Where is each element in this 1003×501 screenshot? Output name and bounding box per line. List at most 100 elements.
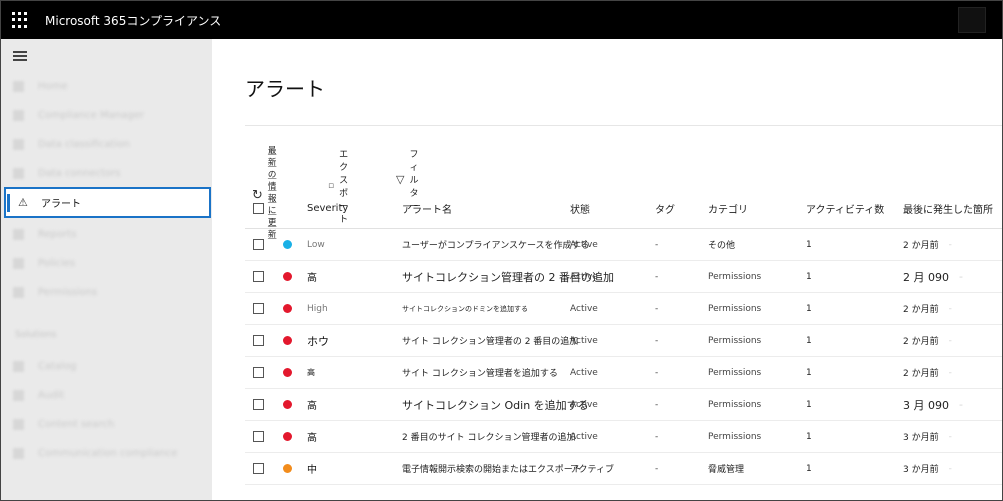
severity-dot [283,240,292,249]
last-occurrence-cell: 2 か月前 - [903,293,952,324]
tag-cell: - [655,431,659,442]
status-cell: アクティブ [570,465,615,475]
tag-cell: - [655,399,659,410]
sidebar-item-label: Compliance Manager [38,109,144,121]
active-indicator [7,194,10,212]
sidebar-item-communication-compliance[interactable]: Communication compliance [13,446,177,460]
row-checkbox[interactable] [253,399,264,410]
last-occurrence-cell: 3 月 090- [903,389,963,420]
sidebar-item-policies[interactable]: Policies [13,256,75,270]
last-occurrence-value: 2 月 090 [903,270,949,284]
last-occurrence-value: 2 か月前 [903,369,939,379]
table-row[interactable]: High サイトコレクションのドミンを追加する Active - Permiss… [245,293,1002,325]
row-checkbox[interactable] [253,271,264,282]
sidebar-item-label: Communication compliance [38,447,178,459]
alert-name-cell[interactable]: 2 番目のサイト コレクション管理者の追加 [402,421,575,452]
sidebar-item-reports[interactable]: Reports [13,227,76,241]
row-checkbox[interactable] [253,303,264,314]
policies-icon [13,257,24,269]
tag-cell: - [655,335,659,346]
table-row[interactable]: ホウ サイト コレクション管理者の 2 番目の追加 Active - Permi… [245,325,1002,357]
hamburger-menu-icon[interactable] [13,51,27,61]
row-checkbox[interactable] [253,463,264,474]
table-row[interactable]: 中 電子情報開示検索の開始またはエクスポート アクティブ - 脅威管理 1 3 … [245,453,1002,485]
sidebar-item-alerts[interactable]: ⚠ アラート [4,187,211,218]
status-cell: Active [570,335,598,346]
sidebar-item-label: Catalog [38,360,77,372]
tag-cell: - [655,303,659,314]
permissions-icon [13,286,24,298]
sidebar-item-data-classification[interactable]: Data classification [13,137,130,151]
row-checkbox[interactable] [253,335,264,346]
alert-name-cell[interactable]: サイト コレクション管理者の 2 番目の追加 [402,325,578,356]
column-header-category[interactable]: カテゴリ [708,189,748,228]
status-cell: Active [570,399,598,410]
activity-count-cell: 1 [806,431,812,442]
sidebar-section-solutions: Solutions [15,330,57,340]
last-occurrence-cell: 3 か月前 - [903,453,952,484]
app-title[interactable]: Microsoft 365コンプライアンス [45,12,221,29]
severity-dot [283,304,292,313]
main-content: アラート ↻ 最新の情報に更新 ▫ エクスポート ▽ フィルター Severit… [212,39,1002,500]
last-occurrence-cell: 2 か月前 - [903,229,952,260]
activity-count-cell: 1 [806,367,812,378]
alert-name-cell[interactable]: 電子情報開示検索の開始またはエクスポート [402,453,582,484]
category-cell: Permissions [708,335,762,346]
sidebar-item-content-search[interactable]: Content search [13,417,114,431]
table-row[interactable]: 高 サイト コレクション管理者を追加する Active - Permission… [245,357,1002,389]
row-checkbox[interactable] [253,239,264,250]
last-occurrence-extra: - [948,335,952,346]
sidebar-item-audit[interactable]: Audit [13,388,64,402]
last-occurrence-value: 3 か月前 [903,465,939,475]
audit-icon [13,389,24,401]
sidebar-item-catalog[interactable]: Catalog [13,359,76,373]
sidebar-item-label: Audit [38,389,65,401]
category-cell: Permissions [708,367,762,378]
tag-cell: - [655,463,659,474]
last-occurrence-extra: - [948,303,952,314]
severity-cell: 高 [307,433,317,444]
row-checkbox[interactable] [253,367,264,378]
activity-count-cell: 1 [806,399,812,410]
category-cell: Permissions [708,271,762,282]
status-cell: Active [570,303,598,314]
row-checkbox[interactable] [253,431,264,442]
table-header-row: Severity アラート名 状態 タグ カテゴリ アクティビティ数 最後に発生… [245,189,1002,229]
sidebar-item-permissions[interactable]: Permissions [13,285,97,299]
sidebar-item-label: Content search [38,418,115,430]
activity-count-cell: 1 [806,239,812,250]
table-row[interactable]: 高 2 番目のサイト コレクション管理者の追加 Active - Permiss… [245,421,1002,453]
select-all-checkbox[interactable] [253,203,264,214]
activity-count-cell: 1 [806,335,812,346]
table-row[interactable]: 高 サイトコレクション管理者の 2 番目の追加 Active - Permiss… [245,261,1002,293]
app-launcher-icon[interactable] [11,11,29,29]
sidebar-item-home[interactable]: Home [13,79,68,93]
last-occurrence-cell: 3 か月前 - [903,421,952,452]
avatar[interactable] [958,7,986,33]
column-header-activity[interactable]: アクティビティ数 [806,189,884,228]
alert-name-cell[interactable]: サイトコレクション Odin を追加する [402,389,589,420]
last-occurrence-cell: 2 月 090- [903,261,963,292]
table-row[interactable]: 高 サイトコレクション Odin を追加する Active - Permissi… [245,389,1002,421]
page-title: アラート [245,77,325,101]
severity-dot [283,368,292,377]
alert-name-cell[interactable]: ユーザーがコンプライアンスケースを作成する [402,229,590,260]
last-occurrence-extra: - [948,367,952,378]
column-header-status[interactable]: 状態 [570,189,590,228]
column-header-name[interactable]: アラート名 [402,189,452,228]
column-header-tag[interactable]: タグ [655,189,675,228]
category-cell: その他 [708,241,736,251]
top-bar: Microsoft 365コンプライアンス [1,1,1002,39]
sidebar-item-label: Data connectors [38,167,121,179]
sidebar-item-compliance-manager[interactable]: Compliance Manager [13,108,144,122]
home-icon [13,80,24,92]
sidebar-item-data-connectors[interactable]: Data connectors [13,166,120,180]
severity-cell: 高 [307,368,315,377]
alert-name-cell[interactable]: サイトコレクションのドミンを追加する [402,293,528,324]
last-occurrence-extra: - [948,239,952,250]
column-header-severity[interactable]: Severity [307,189,348,228]
column-header-last-occurrence[interactable]: 最後に発生した箇所 [903,189,993,228]
alert-name-cell[interactable]: サイト コレクション管理者を追加する [402,357,558,388]
category-cell: 脅威管理 [708,465,745,475]
table-row[interactable]: Low ユーザーがコンプライアンスケースを作成する Active - その他 1… [245,229,1002,261]
